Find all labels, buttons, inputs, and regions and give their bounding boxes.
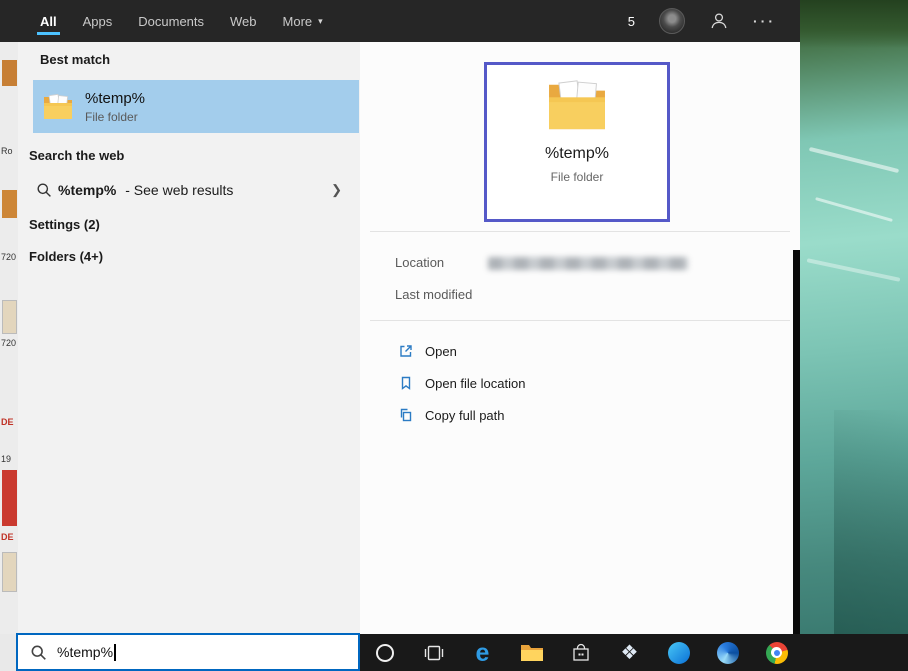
person-icon[interactable] [709,11,729,31]
text-cursor [114,644,116,661]
taskbar-button-dropbox[interactable]: ❖ [605,634,654,671]
edge-icon: e [476,643,490,663]
tab-apps[interactable]: Apps [83,0,113,42]
avatar[interactable] [659,8,685,34]
divider [370,320,790,321]
desktop-icon-label: 720 [1,252,16,262]
location-value-redacted [488,257,688,270]
desktop-icon [2,552,17,592]
task-view-icon [423,642,445,664]
chevron-right-icon: ❯ [331,182,342,198]
folder-icon [43,94,73,120]
wallpaper-wave [815,197,893,222]
open-icon [398,343,414,359]
search-input[interactable]: %temp% [16,633,360,671]
action-copy-full-path[interactable]: Copy full path [360,404,800,426]
taskbar-button-cortana[interactable] [360,634,409,671]
wallpaper-trees [800,0,908,48]
cortana-icon [376,644,394,662]
taskbar-button-store[interactable] [556,634,605,671]
tab-web[interactable]: Web [230,0,257,42]
web-result-text: %temp% - See web results [58,182,233,198]
taskbar-button-skype[interactable] [654,634,703,671]
chevron-down-icon: ▾ [318,16,323,27]
desktop-icon [2,190,17,218]
tab-all[interactable]: All [40,0,57,42]
search-icon [36,182,52,198]
tab-documents[interactable]: Documents [138,0,204,42]
blue-app-icon [717,642,739,664]
notification-count: 5 [628,14,635,29]
desktop-icon-label: DE [1,417,14,427]
taskbar-button-edge[interactable]: e [458,634,507,671]
last-modified-label: Last modified [395,287,472,302]
search-window-topbar: All Apps Documents Web More ▾ 5 ··· [0,0,800,42]
web-result-query: %temp% [58,182,116,198]
preview-panel: %temp% File folder Location Last modifie… [360,42,800,634]
store-icon [571,642,591,663]
best-match-text: %temp% File folder [85,90,145,124]
web-result-suffix: - See web results [125,182,233,198]
folder-large-icon [546,79,608,133]
group-folders[interactable]: Folders (4+) [29,249,103,264]
preview-subtitle: File folder [551,170,604,184]
file-explorer-icon [520,643,544,663]
desktop-icon-label: Ro [1,146,13,156]
taskbar-button-task-view[interactable] [409,634,458,671]
tab-more-label: More [283,14,313,29]
chrome-icon [766,642,788,664]
action-open-label: Open [425,344,457,359]
best-match-result[interactable]: %temp% File folder [33,80,359,133]
search-input-value: %temp% [57,644,113,660]
web-search-result[interactable]: %temp% - See web results ❯ [18,172,360,208]
action-open[interactable]: Open [360,340,800,362]
preview-title: %temp% [545,145,609,163]
copy-icon [398,407,414,423]
location-label: Location [395,255,444,270]
best-match-subtitle: File folder [85,110,145,124]
taskbar-button-file-explorer[interactable] [507,634,556,671]
search-the-web-header: Search the web [29,148,124,163]
best-match-title: %temp% [85,90,145,107]
desktop-icon [2,60,17,86]
wallpaper-wave [807,258,901,282]
skype-icon [668,642,690,664]
desktop-left-strip: Ro 720 720 DE 19 DE [0,42,18,634]
search-filter-tabs: All Apps Documents Web More ▾ [0,0,323,42]
preview-card: %temp% File folder [484,62,670,222]
action-open-file-location-label: Open file location [425,376,525,391]
desktop-icon [2,300,17,334]
group-settings[interactable]: Settings (2) [29,217,100,232]
divider [370,231,790,232]
desktop-icon [2,470,17,526]
more-options-icon[interactable]: ··· [753,13,776,29]
desktop-icon-label: 720 [1,338,16,348]
action-copy-full-path-label: Copy full path [425,408,505,423]
wallpaper-wave [809,147,899,173]
taskbar: e ❖ [360,634,908,671]
topbar-right-cluster: 5 ··· [628,0,800,42]
best-match-header: Best match [40,52,110,67]
desktop-wallpaper [800,0,908,634]
search-results-panel: Best match %temp% File folder Search the… [18,42,360,634]
search-icon [30,644,47,661]
window-edge-shadow [793,250,800,634]
taskbar-button-chrome[interactable] [752,634,801,671]
desktop-icon-label: 19 [1,454,11,464]
dropbox-icon: ❖ [621,643,639,663]
taskbar-button-blue-app[interactable] [703,634,752,671]
tab-more[interactable]: More ▾ [283,0,323,42]
desktop-icon-label: DE [1,532,14,542]
action-open-file-location[interactable]: Open file location [360,372,800,394]
wallpaper-cliff [834,410,908,634]
open-file-location-icon [398,375,414,391]
